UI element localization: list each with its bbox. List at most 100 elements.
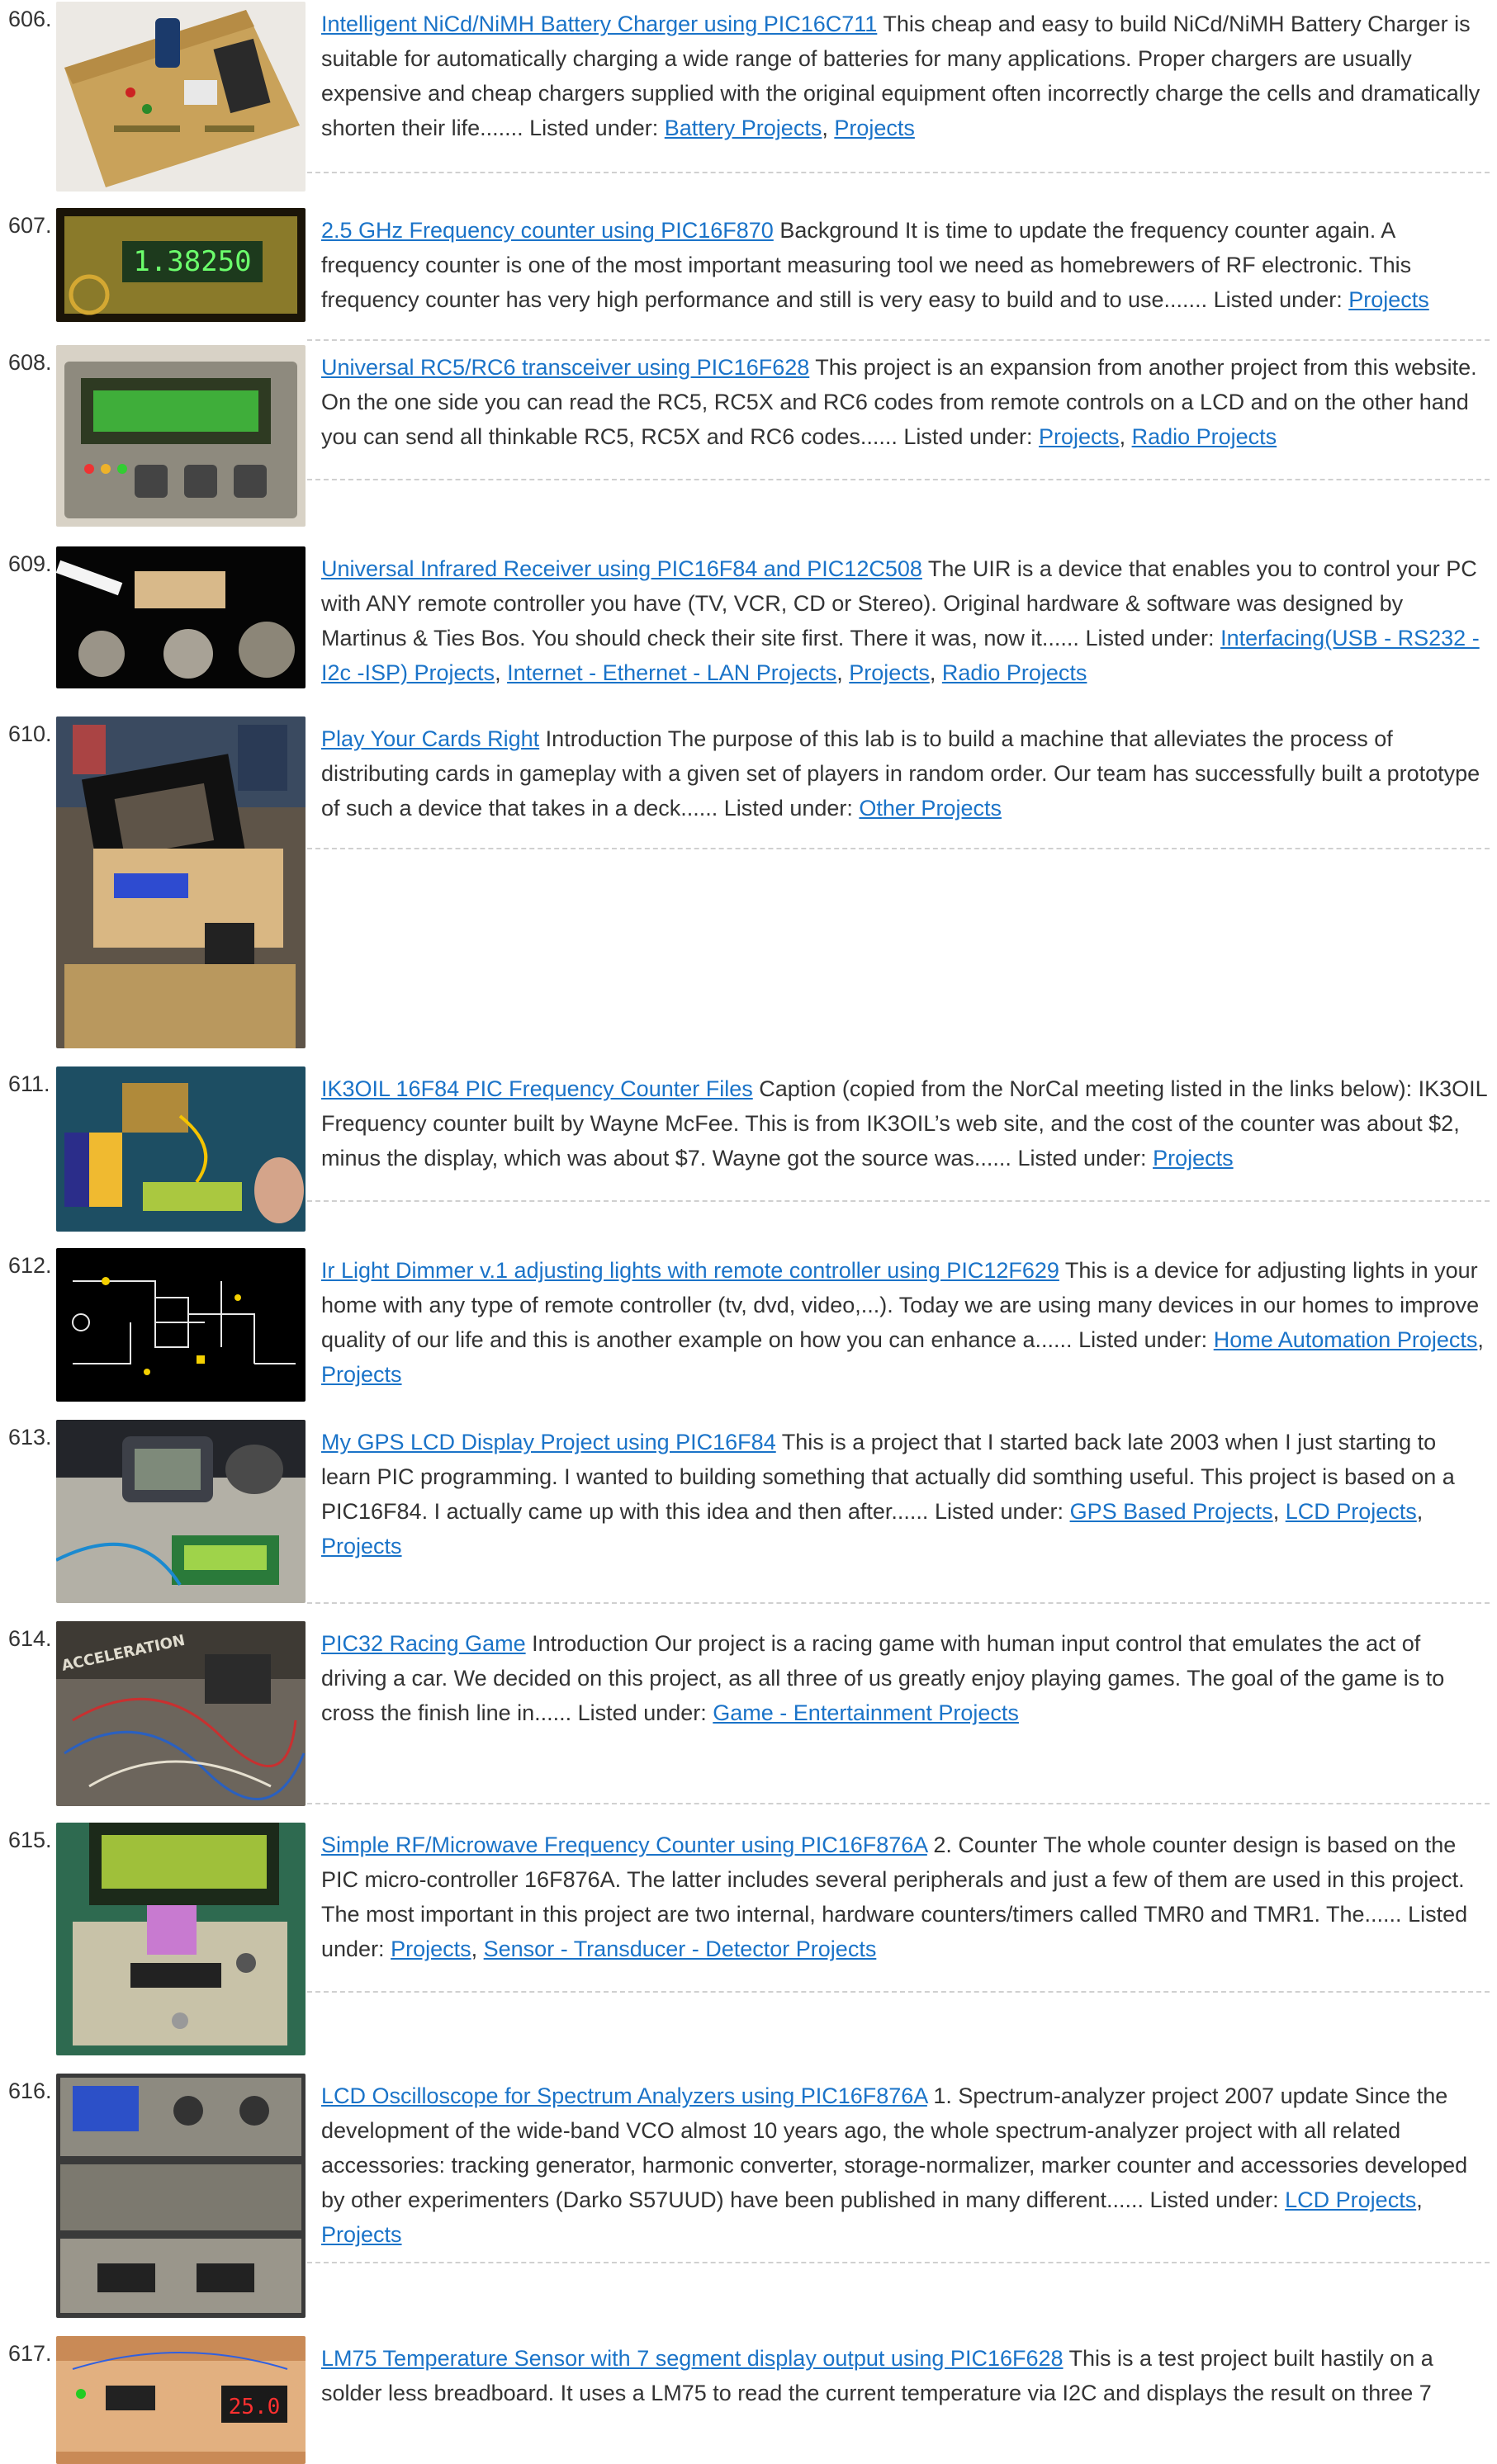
item-thumbnail-rf-counter[interactable] xyxy=(56,1823,306,2055)
item-thumbnail-ir-receiver[interactable] xyxy=(56,546,306,688)
ir-receiver-image xyxy=(56,546,306,688)
item-text: IK3OIL 16F84 PIC Frequency Counter Files… xyxy=(321,1071,1487,1175)
item-title-link[interactable]: Universal RC5/RC6 transceiver using PIC1… xyxy=(321,355,809,380)
category-link[interactable]: Game - Entertainment Projects xyxy=(713,1700,1019,1725)
lm75-breadboard-image: 25.0 xyxy=(56,2336,306,2464)
item-divider xyxy=(307,1200,1490,1202)
item-divider xyxy=(307,1803,1490,1804)
item-thumbnail-lm75-breadboard[interactable]: 25.0 xyxy=(56,2336,306,2464)
listed-under-label: Listed under: xyxy=(1085,626,1215,650)
item-text: Intelligent NiCd/NiMH Battery Charger us… xyxy=(321,12,1480,140)
item-text: LCD Oscilloscope for Spectrum Analyzers … xyxy=(321,2083,1468,2247)
rf-counter-image xyxy=(56,1823,306,2055)
item-text: Universal Infrared Receiver using PIC16F… xyxy=(321,556,1480,685)
item-thumbnail-spectrum-analyzer[interactable] xyxy=(56,2074,306,2318)
item-title-link[interactable]: PIC32 Racing Game xyxy=(321,1631,526,1656)
item-thumbnail-battery-charger[interactable] xyxy=(56,2,306,192)
category-link[interactable]: Battery Projects xyxy=(665,116,822,140)
category-link[interactable]: Internet - Ethernet - LAN Projects xyxy=(507,660,836,685)
listed-under-label: Listed under: xyxy=(1017,1146,1147,1171)
category-link[interactable]: Projects xyxy=(321,1362,402,1387)
item-thumbnail-ik3oil-counter[interactable] xyxy=(56,1066,306,1232)
category-link[interactable]: Radio Projects xyxy=(942,660,1087,685)
item-number: 607. xyxy=(8,213,52,238)
thumb-display-text: 1.38250 xyxy=(133,245,251,278)
item-divider xyxy=(307,1991,1490,1993)
category-link[interactable]: Projects xyxy=(1039,424,1120,449)
category-link[interactable]: Projects xyxy=(321,1534,402,1558)
item-title-link[interactable]: LM75 Temperature Sensor with 7 segment d… xyxy=(321,2346,1064,2371)
listed-under-label: Listed under: xyxy=(529,116,659,140)
category-link[interactable]: Projects xyxy=(1153,1146,1234,1171)
item-thumbnail-card-dealer[interactable] xyxy=(56,716,306,1048)
item-number: 613. xyxy=(8,1425,52,1450)
item-text: 2.5 GHz Frequency counter using PIC16F87… xyxy=(321,213,1487,317)
category-link[interactable]: Sensor - Transducer - Detector Projects xyxy=(484,1937,877,1961)
item-title-link[interactable]: Universal Infrared Receiver using PIC16F… xyxy=(321,556,922,581)
item-number: 615. xyxy=(8,1828,52,1852)
listed-under-label: Listed under: xyxy=(577,1700,707,1725)
light-dimmer-schematic xyxy=(56,1248,306,1402)
item-divider xyxy=(307,172,1490,173)
listed-under-label: Listed under: xyxy=(1078,1327,1208,1352)
listed-under-label: Listed under: xyxy=(934,1499,1064,1524)
category-link[interactable]: Other Projects xyxy=(859,796,1002,821)
item-text: LM75 Temperature Sensor with 7 segment d… xyxy=(321,2341,1487,2410)
category-link[interactable]: Projects xyxy=(834,116,915,140)
card-dealer-image xyxy=(56,716,306,1048)
item-title-link[interactable]: Play Your Cards Right xyxy=(321,726,539,751)
listed-under-label: Listed under: xyxy=(903,424,1033,449)
item-title-link[interactable]: My GPS LCD Display Project using PIC16F8… xyxy=(321,1430,776,1454)
item-divider xyxy=(307,479,1490,480)
item-thumbnail-racing-game[interactable]: ACCELERATION xyxy=(56,1621,306,1806)
spectrum-analyzer-image xyxy=(56,2074,306,2318)
item-title-link[interactable]: LCD Oscilloscope for Spectrum Analyzers … xyxy=(321,2083,927,2108)
category-link[interactable]: LCD Projects xyxy=(1285,2187,1416,2212)
item-number: 611. xyxy=(8,1071,50,1096)
item-text: PIC32 Racing Game Introduction Our proje… xyxy=(321,1626,1487,1730)
item-title-link[interactable]: 2.5 GHz Frequency counter using PIC16F87… xyxy=(321,218,774,243)
category-link[interactable]: Projects xyxy=(1348,287,1429,312)
listed-under-label: Listed under: xyxy=(723,796,853,821)
item-thumbnail-frequency-counter[interactable]: 1.38250 xyxy=(56,208,306,322)
item-text: Ir Light Dimmer v.1 adjusting lights wit… xyxy=(321,1258,1484,1387)
gps-lcd-image xyxy=(56,1420,306,1603)
item-title-link[interactable]: IK3OIL 16F84 PIC Frequency Counter Files xyxy=(321,1076,753,1101)
category-link[interactable]: Projects xyxy=(849,660,930,685)
frequency-counter-image: 1.38250 xyxy=(56,208,306,322)
battery-charger-image xyxy=(56,2,306,192)
item-number: 614. xyxy=(8,1626,52,1651)
item-divider xyxy=(307,2262,1490,2263)
category-link[interactable]: Radio Projects xyxy=(1132,424,1277,449)
category-link[interactable]: Projects xyxy=(321,2222,402,2247)
item-title-link[interactable]: Ir Light Dimmer v.1 adjusting lights wit… xyxy=(321,1258,1059,1283)
item-number: 616. xyxy=(8,2079,52,2103)
item-divider xyxy=(307,848,1490,849)
category-link[interactable]: LCD Projects xyxy=(1286,1499,1417,1524)
item-title-link[interactable]: Intelligent NiCd/NiMH Battery Charger us… xyxy=(321,12,877,36)
item-thumbnail-light-dimmer[interactable] xyxy=(56,1248,306,1402)
item-number: 608. xyxy=(8,350,52,375)
ik3oil-counter-image xyxy=(56,1066,306,1232)
item-number: 617. xyxy=(8,2341,52,2366)
item-thumbnail-gps-lcd[interactable] xyxy=(56,1420,306,1603)
item-number: 609. xyxy=(8,551,52,576)
category-link[interactable]: Projects xyxy=(391,1937,471,1961)
item-text: My GPS LCD Display Project using PIC16F8… xyxy=(321,1430,1455,1558)
rc5-transceiver-image xyxy=(56,345,306,527)
racing-game-image: ACCELERATION xyxy=(56,1621,306,1806)
category-link[interactable]: GPS Based Projects xyxy=(1070,1499,1273,1524)
item-number: 606. xyxy=(8,7,52,31)
item-title-link[interactable]: Simple RF/Microwave Frequency Counter us… xyxy=(321,1833,927,1857)
item-text: Universal RC5/RC6 transceiver using PIC1… xyxy=(321,355,1477,449)
listed-under-label: Listed under: xyxy=(1149,2187,1279,2212)
item-text: Play Your Cards Right Introduction The p… xyxy=(321,721,1487,825)
item-divider xyxy=(307,339,1490,341)
item-number: 612. xyxy=(8,1253,52,1278)
item-divider xyxy=(307,1602,1490,1604)
listed-under-label: Listed under: xyxy=(1213,287,1343,312)
item-thumbnail-rc5-transceiver[interactable] xyxy=(56,345,306,527)
category-link[interactable]: Home Automation Projects xyxy=(1214,1327,1478,1352)
item-text: Simple RF/Microwave Frequency Counter us… xyxy=(321,1833,1468,1961)
item-number: 610. xyxy=(8,721,52,746)
